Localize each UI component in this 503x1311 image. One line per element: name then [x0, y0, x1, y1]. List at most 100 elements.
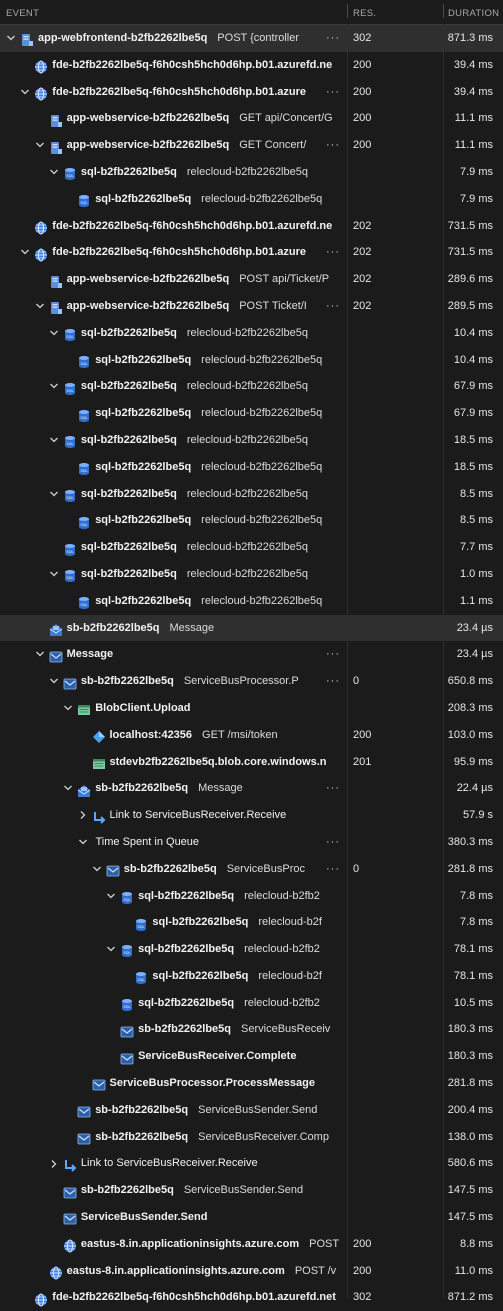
- event-name: fde-b2fb2262lbe5q-f6h0csh5hch0d6hp.b01.a…: [52, 219, 333, 232]
- duration: 650.8 ms: [447, 675, 493, 688]
- trace-row[interactable]: SQL sql-b2fb2262lbe5q relecloud-b2fb2262lb…: [0, 186, 503, 213]
- trace-row[interactable]: app-webservice-b2fb2262lbe5q GET api/Conc…: [0, 105, 503, 132]
- trace-row[interactable]: sb-b2fb2262lbe5q ServiceBusSender.Send 147…: [0, 1177, 503, 1204]
- event-name: fde-b2fb2262lbe5q-f6h0csh5hch0d6hp.b01.a…: [52, 85, 306, 98]
- duration: 289.6 ms: [447, 273, 493, 286]
- trace-row[interactable]: SQL sql-b2fb2262lbe5q relecloud-b2fb2262lb…: [0, 481, 503, 508]
- more-options-icon[interactable]: ···: [326, 668, 340, 695]
- event-name: sql-b2fb2262lbe5q: [80, 567, 177, 580]
- trace-row[interactable]: SQL sql-b2fb2262lbe5q relecloud-b2fb2 10.5 …: [0, 990, 503, 1017]
- trace-row[interactable]: SQL sql-b2fb2262lbe5q relecloud-b2fb2262lb…: [0, 347, 503, 374]
- trace-row[interactable]: stdevb2fb2262lbe5q.blob.core.windows.n 20…: [0, 749, 503, 776]
- trace-row[interactable]: eastus-8.in.applicationinsights.azure.co…: [0, 1258, 503, 1285]
- trace-row[interactable]: SQL sql-b2fb2262lbe5q relecloud-b2fb2262lb…: [0, 454, 503, 481]
- chevron-down-icon[interactable]: [90, 856, 104, 883]
- event-name: sql-b2fb2262lbe5q: [80, 380, 177, 393]
- trace-row[interactable]: SQL sql-b2fb2262lbe5q relecloud-b2fb2262lb…: [0, 507, 503, 534]
- trace-row[interactable]: fde-b2fb2262lbe5q-f6h0csh5hch0d6hp.b01.a…: [0, 79, 503, 106]
- trace-row[interactable]: eastus-8.in.applicationinsights.azure.co…: [0, 1231, 503, 1258]
- event-name: sql-b2fb2262lbe5q: [95, 514, 192, 527]
- trace-row[interactable]: fde-b2fb2262lbe5q-f6h0csh5hch0d6hp.b01.a…: [0, 52, 503, 79]
- chevron-down-icon[interactable]: [18, 79, 32, 106]
- chevron-right-icon[interactable]: [47, 1150, 61, 1177]
- trace-row[interactable]: ServiceBusSender.Send 147.5 ms: [0, 1204, 503, 1231]
- trace-row[interactable]: SQL sql-b2fb2262lbe5q relecloud-b2fb2262lb…: [0, 534, 503, 561]
- more-options-icon[interactable]: ···: [326, 79, 340, 106]
- svg-text:SQL: SQL: [81, 362, 88, 366]
- more-options-icon[interactable]: ···: [326, 856, 340, 883]
- svg-text:SQL: SQL: [81, 416, 88, 420]
- chevron-down-icon[interactable]: [18, 239, 32, 266]
- chevron-down-icon[interactable]: [47, 561, 61, 588]
- duration: 10.4 ms: [453, 353, 493, 366]
- more-options-icon[interactable]: ···: [326, 641, 340, 668]
- chevron-down-icon[interactable]: [4, 25, 18, 52]
- svg-text:SQL: SQL: [124, 898, 131, 902]
- trace-row[interactable]: fde-b2fb2262lbe5q-f6h0csh5hch0d6hp.b01.a…: [0, 1284, 503, 1311]
- chevron-down-icon[interactable]: [47, 427, 61, 454]
- chevron-down-icon[interactable]: [76, 829, 90, 856]
- trace-row[interactable]: sb-b2fb2262lbe5q ServiceBusReceiv 180.3 ms: [0, 1016, 503, 1043]
- chevron-down-icon[interactable]: [33, 132, 47, 159]
- trace-row[interactable]: sb-b2fb2262lbe5q Message 23.4 µs: [0, 614, 503, 642]
- chevron-down-icon[interactable]: [104, 883, 118, 910]
- trace-row[interactable]: app-webservice-b2fb2262lbe5q POST Ticket/…: [0, 293, 503, 320]
- trace-row[interactable]: SQL sql-b2fb2262lbe5q relecloud-b2fb2262lb…: [0, 427, 503, 454]
- chevron-down-icon[interactable]: [47, 373, 61, 400]
- trace-row[interactable]: sb-b2fb2262lbe5q ServiceBusProcessor.P ···…: [0, 668, 503, 695]
- chevron-down-icon[interactable]: [104, 936, 118, 963]
- trace-row[interactable]: Link to ServiceBusReceiver.Receive 57.9 s: [0, 802, 503, 829]
- trace-row[interactable]: sb-b2fb2262lbe5q ServiceBusReceiver.Comp 1…: [0, 1124, 503, 1151]
- trace-row[interactable]: sb-b2fb2262lbe5q Message ··· 22.4 µs: [0, 775, 503, 802]
- more-options-icon[interactable]: ···: [326, 25, 340, 52]
- trace-row[interactable]: Time Spent in Queue ··· 380.3 ms: [0, 829, 503, 856]
- trace-row[interactable]: BlobClient.Upload 208.3 ms: [0, 695, 503, 722]
- trace-row[interactable]: fde-b2fb2262lbe5q-f6h0csh5hch0d6hp.b01.a…: [0, 213, 503, 240]
- trace-row[interactable]: SQL sql-b2fb2262lbe5q relecloud-b2fb2262lb…: [0, 159, 503, 186]
- chevron-down-icon[interactable]: [61, 695, 75, 722]
- chevron-right-icon[interactable]: [76, 802, 90, 829]
- more-options-icon[interactable]: ···: [326, 239, 340, 266]
- sql-database-icon: SQL: [63, 541, 77, 556]
- trace-row[interactable]: sb-b2fb2262lbe5q ServiceBusSender.Send 200…: [0, 1097, 503, 1124]
- trace-row[interactable]: ServiceBusReceiver.Complete 180.3 ms: [0, 1043, 503, 1070]
- trace-row[interactable]: SQL sql-b2fb2262lbe5q relecloud-b2fb2262lb…: [0, 588, 503, 615]
- trace-row[interactable]: ServiceBusProcessor.ProcessMessage 281.8 …: [0, 1070, 503, 1097]
- chevron-down-icon[interactable]: [33, 293, 47, 320]
- trace-row[interactable]: Link to ServiceBusReceiver.Receive 580.6 …: [0, 1150, 503, 1177]
- trace-row[interactable]: SQL sql-b2fb2262lbe5q relecloud-b2fb2 7.8 m…: [0, 883, 503, 910]
- chevron-down-icon[interactable]: [47, 159, 61, 186]
- duration: 78.1 ms: [453, 969, 493, 982]
- trace-row[interactable]: fde-b2fb2262lbe5q-f6h0csh5hch0d6hp.b01.a…: [0, 239, 503, 266]
- trace-row[interactable]: SQL sql-b2fb2262lbe5q relecloud-b2fb2262lb…: [0, 400, 503, 427]
- trace-row[interactable]: Message ··· 23.4 µs: [0, 641, 503, 668]
- trace-row[interactable]: app-webservice-b2fb2262lbe5q POST api/Tic…: [0, 266, 503, 293]
- column-duration[interactable]: DURATION: [448, 8, 499, 19]
- result-code: 201: [353, 755, 372, 768]
- trace-row[interactable]: localhost:42356 GET /msi/token 200 103.0 ms: [0, 722, 503, 749]
- trace-row[interactable]: SQL sql-b2fb2262lbe5q relecloud-b2fb2262lb…: [0, 320, 503, 347]
- trace-row[interactable]: SQL sql-b2fb2262lbe5q relecloud-b2f 7.8 ms: [0, 909, 503, 936]
- sql-database-icon: SQL: [63, 567, 77, 583]
- trace-row[interactable]: sb-b2fb2262lbe5q ServiceBusProc ··· 0 281.8 …: [0, 856, 503, 883]
- link-arrow-icon: [63, 1157, 77, 1172]
- column-res[interactable]: RES.: [353, 8, 376, 19]
- trace-row[interactable]: app-webfrontend-b2fb2262lbe5q POST {contr…: [0, 25, 503, 52]
- column-event[interactable]: EVENT: [6, 8, 39, 19]
- duration: 57.9 s: [463, 809, 493, 822]
- more-options-icon[interactable]: ···: [326, 775, 340, 802]
- chevron-down-icon[interactable]: [47, 668, 61, 695]
- chevron-down-icon[interactable]: [33, 641, 47, 668]
- trace-row[interactable]: SQL sql-b2fb2262lbe5q relecloud-b2fb2262lb…: [0, 561, 503, 588]
- trace-row[interactable]: app-webservice-b2fb2262lbe5q GET Concert/…: [0, 132, 503, 159]
- chevron-down-icon[interactable]: [47, 320, 61, 347]
- trace-row[interactable]: SQL sql-b2fb2262lbe5q relecloud-b2f 78.1 ms: [0, 963, 503, 990]
- more-options-icon[interactable]: ···: [326, 132, 340, 159]
- trace-row[interactable]: SQL sql-b2fb2262lbe5q relecloud-b2fb2 78.1 …: [0, 936, 503, 963]
- duration: 1.1 ms: [459, 594, 493, 607]
- chevron-down-icon[interactable]: [47, 481, 61, 508]
- more-options-icon[interactable]: ···: [326, 829, 340, 856]
- trace-row[interactable]: SQL sql-b2fb2262lbe5q relecloud-b2fb2262lb…: [0, 373, 503, 400]
- more-options-icon[interactable]: ···: [326, 293, 340, 320]
- chevron-down-icon[interactable]: [61, 775, 75, 802]
